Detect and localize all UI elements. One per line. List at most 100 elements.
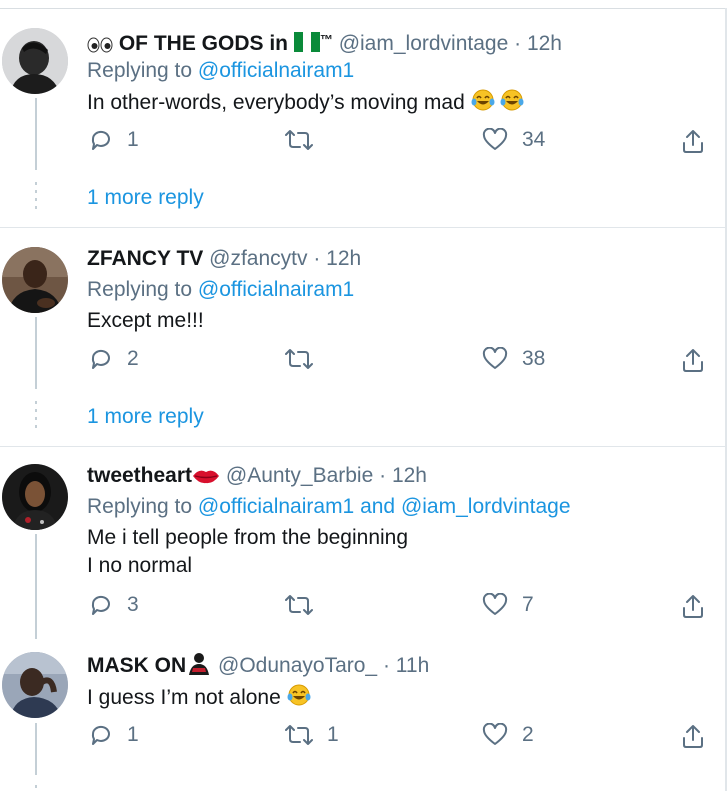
tweet-header: ZFANCY TV @zfancytv · 12h [87,246,361,272]
thread-dots [35,182,37,214]
tweet-text-line: I no normal [87,553,192,579]
retweet-count: 1 [327,723,339,746]
tweet-header: tweetheart @Aunty_Barbie · 12h [87,463,427,491]
lips-icon [192,465,220,491]
tweet-text-line: Except me!!! [87,308,204,334]
thread-line [35,98,37,170]
show-more-replies-link[interactable]: 1 more reply [87,186,204,210]
thread-dots [35,401,37,433]
reply-button[interactable]: 1 [89,723,139,747]
tweet-header: OF THE GODS in ™ @iam_lordvintage · 12h [87,27,562,60]
person-silhouette-icon [186,651,212,682]
replying-to: Replying to @officialnairam1 and @iam_lo… [87,494,571,520]
retweet-button[interactable]: 1 [285,723,339,747]
display-name[interactable]: ZFANCY TV [87,247,203,270]
thread-line [35,723,37,775]
tweet-actions: 2 38 [87,347,723,377]
tears-of-joy-icon [287,683,311,714]
avatar[interactable] [2,464,68,530]
tweet[interactable]: MASK ON @OdunayoTaro_ · 11h I guess I’m … [0,633,725,791]
like-button[interactable]: 7 [482,593,534,617]
tweet-text-line: In other-words, everybody’s moving mad [87,88,524,119]
retweet-button[interactable] [285,593,327,617]
user-handle[interactable]: @Aunty_Barbie [226,464,373,487]
avatar[interactable] [2,652,68,718]
tweet-time[interactable]: · 12h [514,32,562,55]
tweet-text: I no normal [87,554,193,577]
share-button[interactable] [681,347,705,373]
trademark-mark: ™ [319,32,333,47]
thread-dots [35,785,37,793]
tweet-header: MASK ON @OdunayoTaro_ · 11h [87,651,429,682]
tweet-actions: 1 34 [87,128,723,158]
avatar[interactable] [2,28,68,94]
tweet-time[interactable]: · 11h [383,654,429,677]
like-count: 7 [522,593,534,616]
replying-to-label: Replying to [87,59,193,82]
eyes-emoji [87,34,113,60]
tweet-text-line: I guess I’m not alone [87,683,311,714]
like-button[interactable]: 34 [482,128,545,152]
reply-button[interactable]: 2 [89,347,139,371]
reply-icon [91,349,110,369]
reply-count: 1 [127,723,139,746]
tweet-time[interactable]: · 12h [313,247,361,270]
show-more-replies-link[interactable]: 1 more reply [87,405,204,429]
like-button[interactable]: 38 [482,347,545,371]
reply-count: 2 [127,347,139,370]
reply-icon [91,725,110,745]
tweet-text: In other-words, everybody’s moving mad [87,91,465,114]
tweet-actions: 3 7 [87,593,723,623]
like-button[interactable]: 2 [482,723,534,747]
user-handle[interactable]: @iam_lordvintage [339,32,509,55]
tweet[interactable]: OF THE GODS in ™ @iam_lordvintage · 12h … [0,0,725,228]
tweet-text: I guess I’m not alone [87,686,281,709]
reply-count: 3 [127,593,139,616]
share-button[interactable] [681,593,705,619]
retweet-button[interactable] [285,347,327,371]
like-count: 38 [522,347,546,370]
share-icon [683,725,703,748]
share-button[interactable] [681,128,705,154]
avatar[interactable] [2,247,68,313]
thread-line [35,317,37,389]
retweet-button[interactable] [285,128,327,152]
display-name[interactable]: OF THE GODS in [119,32,288,55]
tweet-text: Except me!!! [87,309,204,332]
tweet-text-line: Me i tell people from the beginning [87,525,408,551]
tears-of-joy-icon [500,88,524,119]
share-icon [683,130,703,153]
like-count: 34 [522,128,546,151]
tweet-time[interactable]: · 12h [379,464,427,487]
reply-button[interactable]: 3 [89,593,139,617]
mention-link[interactable]: @officialnairam1 [198,59,354,82]
reply-icon [91,130,110,150]
mention-link[interactable]: @officialnairam1 [198,278,354,301]
reply-count: 1 [127,128,139,151]
user-handle[interactable]: @OdunayoTaro_ [218,654,377,677]
retweet-icon [285,349,313,369]
tweet[interactable]: tweetheart @Aunty_Barbie · 12h Replying … [0,447,725,639]
replying-to: Replying to @officialnairam1 [87,58,354,84]
share-icon [683,349,703,372]
display-name[interactable]: MASK ON [87,654,186,677]
reply-button[interactable]: 1 [89,128,139,152]
retweet-icon [285,725,313,745]
reply-icon [91,595,110,615]
share-button[interactable] [681,723,705,749]
thread-line [35,534,37,639]
heart-icon [482,128,508,150]
replying-to-label: Replying to [87,278,193,301]
mention-link[interactable]: @officialnairam1 and @iam_lordvintage [198,495,571,518]
share-icon [683,595,703,618]
replying-to-label: Replying to [87,495,193,518]
replying-to: Replying to @officialnairam1 [87,277,354,303]
tweet[interactable]: ZFANCY TV @zfancytv · 12h Replying to @o… [0,228,725,447]
tweet-text: Me i tell people from the beginning [87,526,409,549]
heart-icon [482,347,508,369]
user-handle[interactable]: @zfancytv [209,247,307,270]
retweet-icon [285,595,313,615]
display-name[interactable]: tweetheart [87,464,192,487]
heart-icon [482,593,508,615]
nigeria-flag-icon [293,32,320,59]
